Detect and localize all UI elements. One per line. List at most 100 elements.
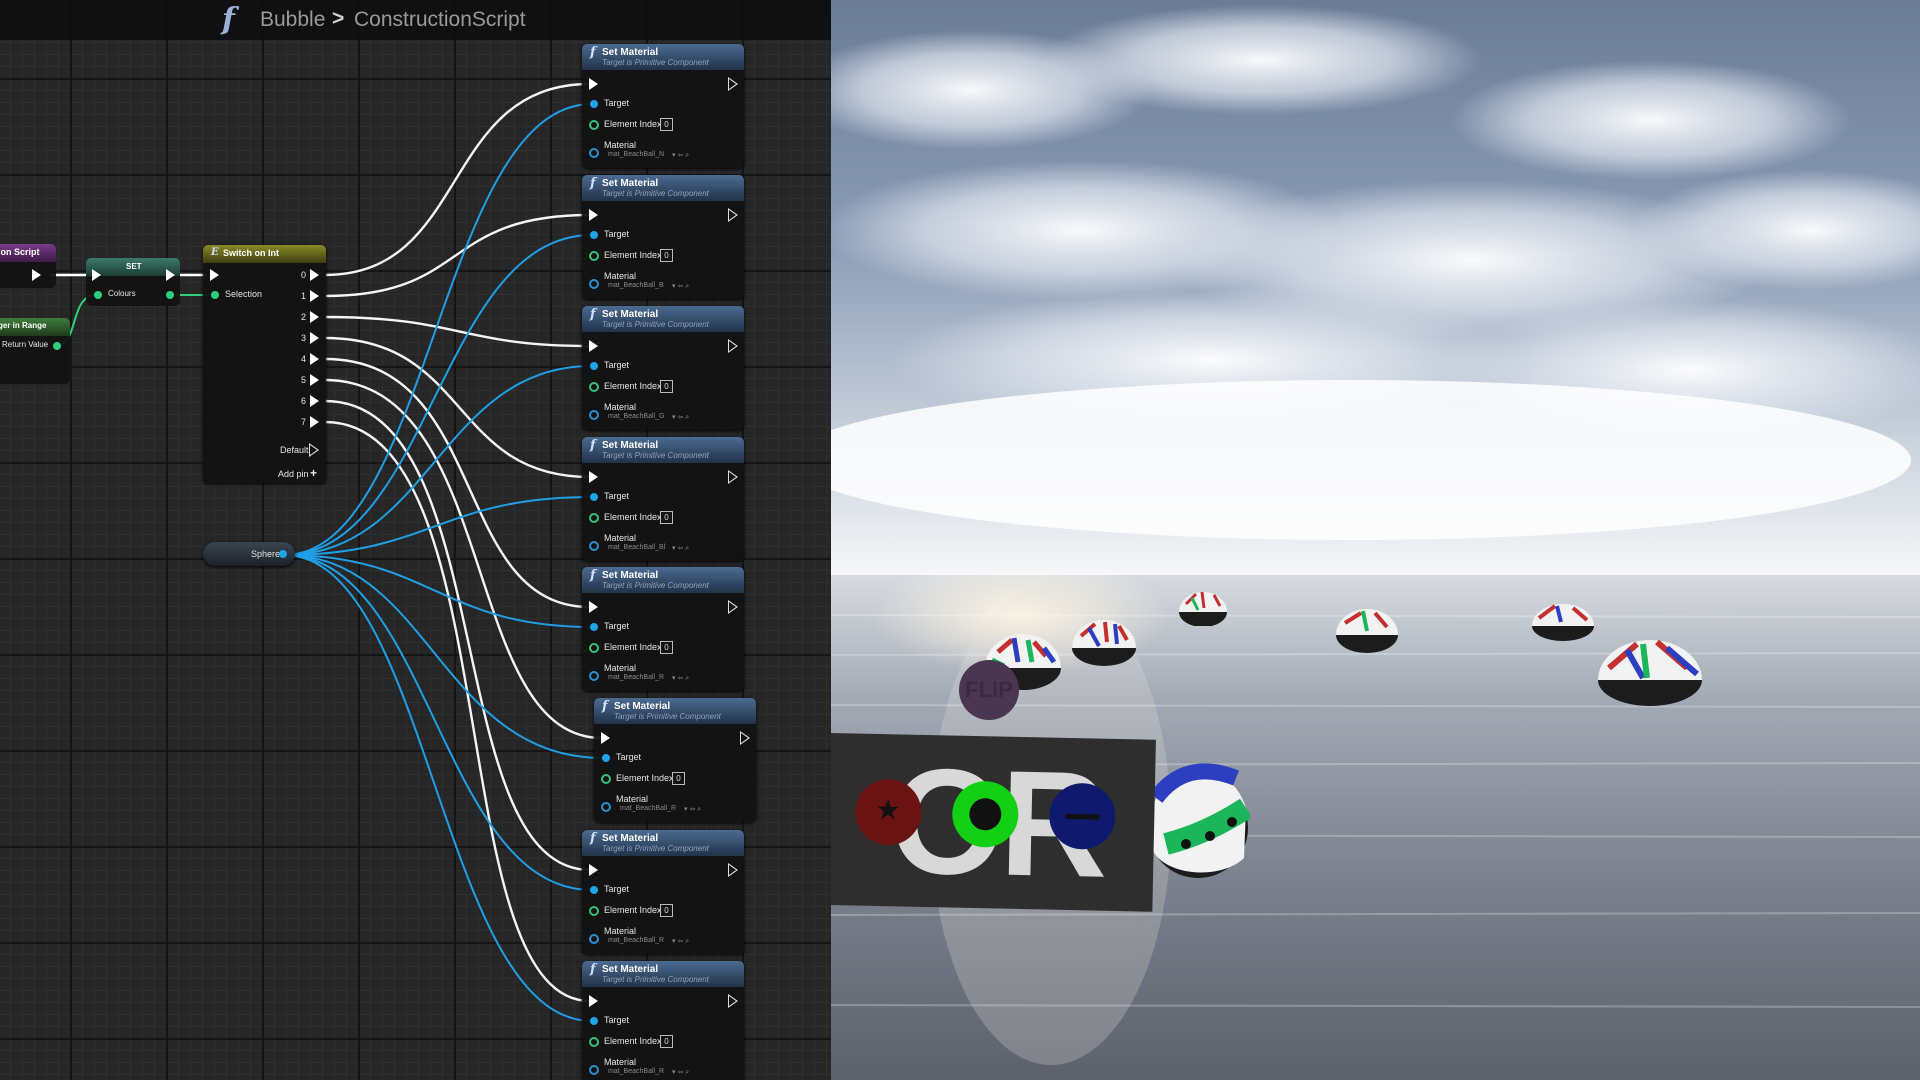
element-index-input[interactable]: 0 bbox=[660, 249, 673, 262]
set-material-node[interactable]: f Set Material Target is Primitive Compone… bbox=[582, 437, 744, 561]
chevron-down-icon[interactable]: ▾ ⇦ ⌕ bbox=[672, 1068, 689, 1077]
switch-output-7-pin[interactable] bbox=[310, 416, 319, 428]
element-index-input[interactable]: 0 bbox=[660, 641, 673, 654]
material-dropdown[interactable]: mat_BeachBall_Bl bbox=[608, 544, 665, 551]
set-variable-node[interactable]: SET Colours bbox=[86, 258, 180, 306]
set-material-node[interactable]: f Set Material Target is Primitive Compone… bbox=[582, 44, 744, 168]
element-index-pin[interactable] bbox=[589, 382, 599, 392]
chevron-down-icon[interactable]: ▾ ⇦ ⌕ bbox=[684, 805, 701, 814]
material-dropdown[interactable]: mat_BeachBall_B bbox=[608, 282, 664, 289]
target-pin[interactable] bbox=[590, 623, 598, 631]
sphere-variable-node[interactable]: Sphere bbox=[203, 542, 295, 566]
element-index-input[interactable]: 0 bbox=[660, 118, 673, 131]
flip-button[interactable]: FLIP bbox=[959, 660, 1019, 720]
element-index-input[interactable]: 0 bbox=[660, 380, 673, 393]
chevron-down-icon[interactable]: ▾ ⇦ ⌕ bbox=[672, 282, 689, 291]
exec-out-pin[interactable] bbox=[728, 994, 738, 1008]
material-dropdown[interactable]: mat_BeachBall_R bbox=[620, 805, 676, 812]
set-material-node[interactable]: f Set Material Target is Primitive Compone… bbox=[582, 830, 744, 954]
material-pin[interactable] bbox=[589, 1065, 599, 1075]
element-index-input[interactable]: 0 bbox=[660, 1035, 673, 1048]
sphere-out-pin[interactable] bbox=[279, 550, 287, 558]
switch-output-2-pin[interactable] bbox=[310, 311, 319, 323]
switch-output-1-pin[interactable] bbox=[310, 290, 319, 302]
target-pin[interactable] bbox=[590, 886, 598, 894]
target-pin[interactable] bbox=[590, 231, 598, 239]
set-material-node[interactable]: f Set Material Target is Primitive Compone… bbox=[582, 306, 744, 430]
material-dropdown[interactable]: mat_BeachBall_R bbox=[608, 674, 664, 681]
exec-out-pin[interactable] bbox=[728, 339, 738, 353]
colours-in-pin[interactable] bbox=[94, 291, 102, 299]
add-pin-button[interactable]: Add pin bbox=[278, 469, 309, 479]
return-value-pin[interactable] bbox=[53, 342, 61, 350]
material-pin[interactable] bbox=[589, 410, 599, 420]
blue-output-button[interactable] bbox=[1048, 782, 1116, 850]
material-dropdown[interactable]: mat_BeachBall_N bbox=[608, 151, 664, 158]
material-pin[interactable] bbox=[589, 671, 599, 681]
element-index-pin[interactable] bbox=[589, 513, 599, 523]
set-material-node[interactable]: f Set Material Target is Primitive Compone… bbox=[582, 567, 744, 691]
material-pin[interactable] bbox=[589, 279, 599, 289]
element-index-pin[interactable] bbox=[589, 906, 599, 916]
element-index-pin[interactable] bbox=[589, 643, 599, 653]
switch-exec-in-pin[interactable] bbox=[210, 269, 219, 281]
material-dropdown[interactable]: mat_BeachBall_G bbox=[608, 413, 664, 420]
element-index-pin[interactable] bbox=[601, 774, 611, 784]
colours-out-pin[interactable] bbox=[166, 291, 174, 299]
material-dropdown[interactable]: mat_BeachBall_R bbox=[608, 1068, 664, 1075]
exec-out-pin[interactable] bbox=[728, 470, 738, 484]
breadcrumb-blueprint[interactable]: Bubble bbox=[260, 8, 325, 32]
exec-in-pin[interactable] bbox=[589, 471, 598, 483]
exec-out-pin[interactable] bbox=[728, 77, 738, 91]
exec-out-pin[interactable] bbox=[728, 208, 738, 222]
target-pin[interactable] bbox=[590, 100, 598, 108]
target-pin[interactable] bbox=[602, 754, 610, 762]
material-dropdown[interactable]: mat_BeachBall_R bbox=[608, 937, 664, 944]
selection-pin[interactable] bbox=[211, 291, 219, 299]
element-index-pin[interactable] bbox=[589, 1037, 599, 1047]
exec-in-pin[interactable] bbox=[92, 269, 101, 281]
construction-script-node[interactable]: ion Script bbox=[0, 244, 56, 288]
switch-output-3-pin[interactable] bbox=[310, 332, 319, 344]
element-index-input[interactable]: 0 bbox=[660, 511, 673, 524]
target-pin[interactable] bbox=[590, 362, 598, 370]
material-pin[interactable] bbox=[589, 541, 599, 551]
exec-in-pin[interactable] bbox=[589, 601, 598, 613]
set-material-node[interactable]: f Set Material Target is Primitive Compone… bbox=[582, 175, 744, 299]
exec-out-pin[interactable] bbox=[32, 269, 41, 281]
game-viewport[interactable]: FLIP OR ★ bbox=[831, 0, 1920, 1080]
exec-in-pin[interactable] bbox=[589, 209, 598, 221]
chevron-down-icon[interactable]: ▾ ⇦ ⌕ bbox=[672, 151, 689, 160]
switch-on-int-node[interactable]: E Switch on Int Selection 0 1 2 3 4 5 6 … bbox=[203, 245, 326, 483]
target-pin[interactable] bbox=[590, 1017, 598, 1025]
exec-in-pin[interactable] bbox=[601, 732, 610, 744]
exec-in-pin[interactable] bbox=[589, 78, 598, 90]
switch-output-0-pin[interactable] bbox=[310, 269, 319, 281]
material-pin[interactable] bbox=[589, 148, 599, 158]
target-pin[interactable] bbox=[590, 493, 598, 501]
element-index-input[interactable]: 0 bbox=[672, 772, 685, 785]
exec-in-pin[interactable] bbox=[589, 864, 598, 876]
exec-out-pin[interactable] bbox=[728, 863, 738, 877]
switch-output-6-pin[interactable] bbox=[310, 395, 319, 407]
switch-output-4-pin[interactable] bbox=[310, 353, 319, 365]
material-pin[interactable] bbox=[589, 934, 599, 944]
chevron-down-icon[interactable]: ▾ ⇦ ⌕ bbox=[672, 674, 689, 683]
chevron-down-icon[interactable]: ▾ ⇦ ⌕ bbox=[672, 413, 689, 422]
chevron-down-icon[interactable]: ▾ ⇦ ⌕ bbox=[672, 544, 689, 553]
exec-in-pin[interactable] bbox=[589, 340, 598, 352]
set-material-node[interactable]: f Set Material Target is Primitive Compone… bbox=[582, 961, 744, 1080]
breadcrumb-graph[interactable]: ConstructionScript bbox=[354, 8, 526, 32]
element-index-input[interactable]: 0 bbox=[660, 904, 673, 917]
chevron-down-icon[interactable]: ▾ ⇦ ⌕ bbox=[672, 937, 689, 946]
exec-out-pin[interactable] bbox=[740, 731, 750, 745]
default-pin[interactable] bbox=[309, 443, 319, 457]
element-index-pin[interactable] bbox=[589, 251, 599, 261]
exec-out-pin[interactable] bbox=[166, 269, 175, 281]
switch-output-5-pin[interactable] bbox=[310, 374, 319, 386]
exec-out-pin[interactable] bbox=[728, 600, 738, 614]
set-material-node[interactable]: f Set Material Target is Primitive Compone… bbox=[594, 698, 756, 822]
random-integer-in-range-node[interactable]: ger in Range Return Value bbox=[0, 318, 70, 384]
blueprint-graph[interactable]: f Bubble > ConstructionScript ion Script… bbox=[0, 0, 831, 1080]
exec-in-pin[interactable] bbox=[589, 995, 598, 1007]
